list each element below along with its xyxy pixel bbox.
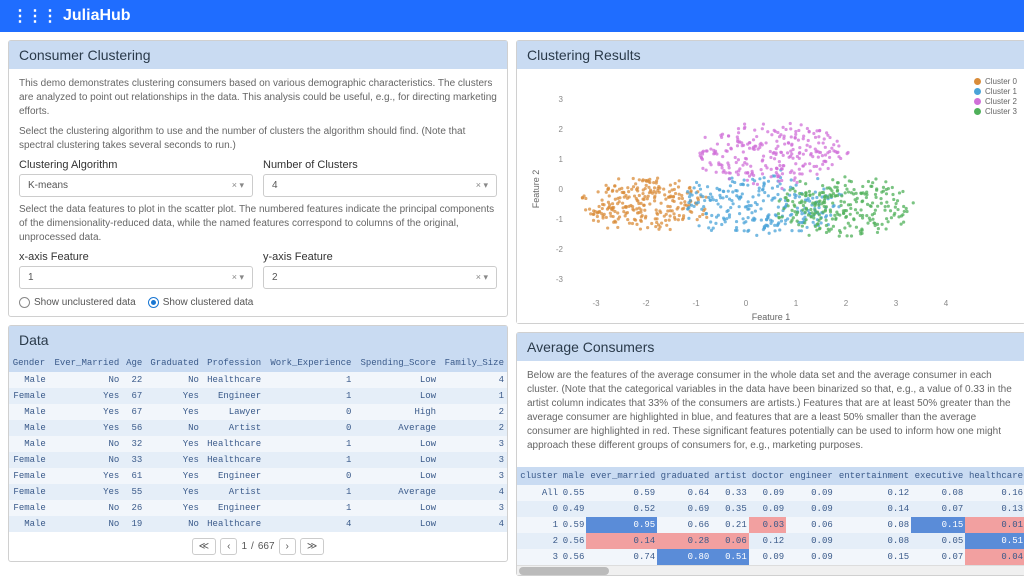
algo-label: Clustering Algorithm	[19, 159, 253, 171]
chevron-down-icon: × ▾	[232, 180, 244, 191]
svg-text:0: 0	[559, 185, 564, 194]
table-row: FemaleYes61YesEngineer0Low3	[9, 468, 507, 484]
xfeat-select[interactable]: 1 × ▾	[19, 266, 253, 289]
pager: ≪ ‹ 1 / 667 › ≫	[9, 532, 507, 561]
col-header: Profession	[202, 354, 264, 372]
avg-desc: Below are the features of the average co…	[527, 369, 1015, 453]
svg-text:2: 2	[844, 299, 849, 308]
col-header: healthcare	[965, 467, 1024, 485]
table-row: MaleNo19NoHealthcare4Low4	[9, 516, 507, 532]
clustering-desc1: This demo demonstrates clustering consum…	[19, 77, 497, 119]
col-header: Work_Experience	[264, 354, 354, 372]
col-header: cluster	[517, 467, 560, 485]
svg-text:1: 1	[559, 155, 564, 164]
app-header: ⋮⋮⋮ JuliaHub	[0, 0, 1024, 32]
clustering-panel: Consumer Clustering This demo demonstrat…	[8, 40, 508, 317]
svg-text:1: 1	[794, 299, 799, 308]
data-table: GenderEver_MarriedAgeGraduatedProfession…	[9, 354, 507, 532]
results-panel: Clustering Results -3 -2 -1 0 1 2 3 4 -3 -2 -1 0 1 2 3…	[516, 40, 1024, 324]
table-row: 20.560.140.280.060.120.090.080.050.51	[517, 533, 1024, 549]
col-header: engineer	[786, 467, 835, 485]
pager-page: 1	[241, 541, 247, 552]
yfeat-select[interactable]: 2 × ▾	[263, 266, 497, 289]
chevron-down-icon: × ▾	[476, 272, 488, 283]
pager-next-button[interactable]: ›	[279, 538, 296, 555]
results-title: Clustering Results	[517, 41, 1024, 69]
svg-text:Feature 1: Feature 1	[752, 312, 791, 322]
table-row: FemaleYes55YesArtist1Average4	[9, 484, 507, 500]
table-row: 30.560.740.800.510.090.090.150.070.04	[517, 549, 1024, 565]
col-header: graduated	[657, 467, 711, 485]
chart-legend: Cluster 0Cluster 1Cluster 2Cluster 3	[974, 77, 1017, 117]
svg-text:-1: -1	[692, 299, 700, 308]
radio-unclustered[interactable]: Show unclustered data	[19, 297, 136, 308]
xfeat-label: x-axis Feature	[19, 251, 253, 263]
col-header: Gender	[9, 354, 49, 372]
col-header: Family_Size	[439, 354, 507, 372]
col-header: entertainment	[835, 467, 911, 485]
col-header: Ever_Married	[49, 354, 122, 372]
table-row: FemaleNo26YesEngineer1Low3	[9, 500, 507, 516]
table-row: MaleNo32YesHealthcare1Low3	[9, 436, 507, 452]
radio-clustered[interactable]: Show clustered data	[148, 297, 254, 308]
table-row: MaleYes56NoArtist0Average2	[9, 420, 507, 436]
radio-icon	[19, 297, 30, 308]
avg-scrollbar[interactable]	[517, 565, 1024, 575]
brand: JuliaHub	[63, 7, 131, 25]
col-header: executive	[911, 467, 965, 485]
chevron-down-icon: × ▾	[476, 180, 488, 191]
avg-title: Average Consumers	[517, 333, 1024, 361]
table-row: FemaleYes67YesEngineer1Low1	[9, 388, 507, 404]
pager-last-button[interactable]: ≫	[300, 538, 324, 555]
svg-text:3: 3	[894, 299, 899, 308]
table-row: 00.490.520.690.350.090.090.140.070.13	[517, 501, 1024, 517]
svg-text:-2: -2	[556, 245, 564, 254]
data-panel: Data GenderEver_MarriedAgeGraduatedProfe…	[8, 325, 508, 562]
svg-text:4: 4	[944, 299, 949, 308]
yfeat-label: y-axis Feature	[263, 251, 497, 263]
table-row: All0.550.590.640.330.090.090.120.080.16	[517, 485, 1024, 501]
svg-text:3: 3	[559, 95, 564, 104]
svg-text:-3: -3	[556, 275, 564, 284]
table-row: MaleNo22NoHealthcare1Low4	[9, 372, 507, 388]
avg-table: clustermaleever_marriedgraduatedartistdo…	[517, 467, 1024, 565]
radio-icon	[148, 297, 159, 308]
col-header: ever_married	[586, 467, 657, 485]
clustering-title: Consumer Clustering	[9, 41, 507, 69]
svg-text:Feature 2: Feature 2	[531, 170, 541, 209]
col-header: Graduated	[145, 354, 202, 372]
pager-prev-button[interactable]: ‹	[220, 538, 237, 555]
col-header: doctor	[749, 467, 786, 485]
svg-text:2: 2	[559, 125, 564, 134]
clustering-desc2: Select the clustering algorithm to use a…	[19, 125, 497, 153]
svg-text:-2: -2	[642, 299, 650, 308]
col-header: Spending_Score	[354, 354, 439, 372]
nclusters-select[interactable]: 4 × ▾	[263, 174, 497, 197]
pager-first-button[interactable]: ≪	[192, 538, 216, 555]
nclusters-label: Number of Clusters	[263, 159, 497, 171]
col-header: male	[560, 467, 586, 485]
table-row: FemaleNo33YesHealthcare1Low3	[9, 452, 507, 468]
avg-panel: Average Consumers Below are the features…	[516, 332, 1024, 576]
chevron-down-icon: × ▾	[232, 272, 244, 283]
scatter-chart[interactable]: -3-2-101234-3-2-10123Feature 1Feature 2 …	[517, 69, 1024, 323]
svg-text:0: 0	[744, 299, 749, 308]
logo-icon: ⋮⋮⋮	[12, 6, 57, 26]
algo-select[interactable]: K-means × ▾	[19, 174, 253, 197]
clustering-desc3: Select the data features to plot in the …	[19, 203, 497, 245]
table-row: 10.590.950.660.210.030.060.080.150.01	[517, 517, 1024, 533]
svg-text:-1: -1	[556, 215, 564, 224]
pager-total: 667	[258, 541, 275, 552]
data-title: Data	[9, 326, 507, 354]
col-header: Age	[122, 354, 145, 372]
table-row: MaleYes67YesLawyer0High2	[9, 404, 507, 420]
svg-text:-3: -3	[592, 299, 600, 308]
col-header: artist	[711, 467, 748, 485]
